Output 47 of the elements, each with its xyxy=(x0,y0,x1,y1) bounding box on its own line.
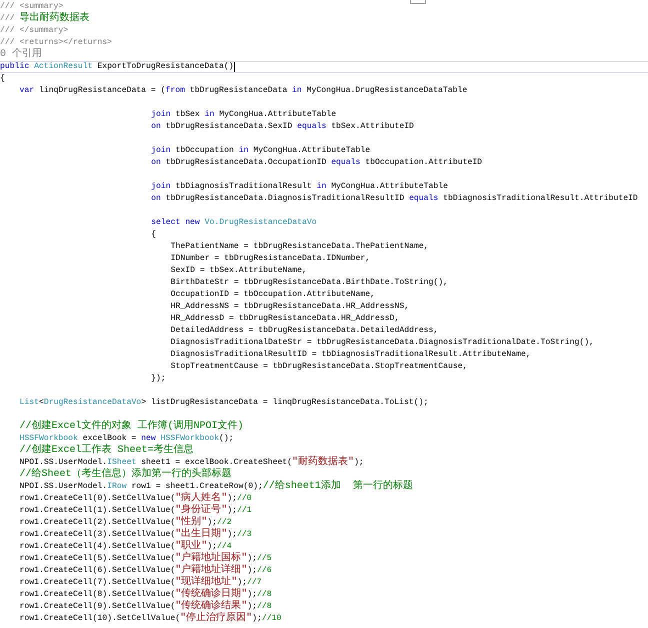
code-line: //创建Excel工作表 Sheet=考生信息 xyxy=(20,446,194,456)
code-line: { xyxy=(151,230,156,240)
code-line: DetailedAddress = tbDrugResistanceData.DetailedAddress, xyxy=(170,326,438,336)
code-line: row1.CreateCell(6).SetCellValue("户籍地址详细");//6 xyxy=(20,566,272,576)
code-line: /// 导出耐药数据表 xyxy=(0,14,90,24)
code-line: OccupationID = tbOccupation.AttributeName, xyxy=(170,290,376,300)
code-line: NPOI.SS.UserModel.IRow row1 = sheet1.CreateRow(0);//给sheet1添加 第一行的标题 xyxy=(20,482,413,492)
code-line: row1.CreateCell(8).SetCellValue("传统确诊日期");//8 xyxy=(20,590,272,600)
code-line: row1.CreateCell(5).SetCellValue("户籍地址国标");//5 xyxy=(20,554,272,564)
code-line: on tbDrugResistanceData.SexID equals tbSex.AttributeID xyxy=(151,122,414,132)
code-line: HR_AddressD = tbDrugResistanceData.HR_AddressD, xyxy=(170,314,400,324)
code-line: row1.CreateCell(2).SetCellValue("性别");//2 xyxy=(20,518,232,528)
code-line: row1.CreateCell(10).SetCellValue("停止治疗原因");//10 xyxy=(20,614,282,624)
code-line: SexID = tbSex.AttributeName, xyxy=(170,266,307,276)
code-line: on tbDrugResistanceData.DiagnosisTraditionalResultID equals tbDiagnosisTraditionalResult.AttributeID xyxy=(151,194,638,204)
code-line: BirthDateStr = tbDrugResistanceData.BirthDate.ToString(), xyxy=(170,278,448,288)
code-line: on tbDrugResistanceData.OccupationID equals tbOccupation.AttributeID xyxy=(151,158,482,168)
code-line: row1.CreateCell(0).SetCellValue("病人姓名");//0 xyxy=(20,494,252,504)
code-line: NPOI.SS.UserModel.ISheet sheet1 = excelBook.CreateSheet("耐药数据表"); xyxy=(20,458,364,468)
code-line: ThePatientName = tbDrugResistanceData.ThePatientName, xyxy=(170,242,429,252)
code-line: }); xyxy=(151,374,166,384)
code-line: join tbDiagnosisTraditionalResult in MyCongHua.AttributeTable xyxy=(151,182,448,192)
code-line: DiagnosisTraditionalResultID = tbDiagnosisTraditionalResult.AttributeName, xyxy=(170,350,531,360)
code-line: select new Vo.DrugResistanceDataVo xyxy=(151,218,317,228)
code-line: public ActionResult ExportToDrugResistanceData() xyxy=(0,62,234,72)
code-line: //给Sheet（考生信息）添加第一行的头部标题 xyxy=(20,470,232,480)
code-line: IDNumber = tbDrugResistanceData.IDNumber, xyxy=(170,254,370,264)
code-line: join tbSex in MyCongHua.AttributeTable xyxy=(151,110,336,120)
code-line: row1.CreateCell(3).SetCellValue("出生日期");//3 xyxy=(20,530,252,540)
code-line: StopTreatmentCause = tbDrugResistanceData.StopTreatmentCause, xyxy=(170,362,468,372)
code-line: HSSFWorkbook excelBook = new HSSFWorkbook(); xyxy=(20,434,234,444)
code-line: HR_AddressNS = tbDrugResistanceData.HR_AddressNS, xyxy=(170,302,410,312)
code-line: /// <summary> xyxy=(0,2,64,12)
code-line: //创建Excel文件的对象 工作簿(调用NPOI文件) xyxy=(20,422,244,432)
code-line: /// </summary> xyxy=(0,26,68,36)
code-line: var linqDrugResistanceData = (from tbDrugResistanceData in MyCongHua.DrugResistanceDataTable xyxy=(20,86,468,96)
code-line: join tbOccupation in MyCongHua.AttributeTable xyxy=(151,146,370,156)
code-line: DiagnosisTraditionalDateStr = tbDrugResistanceData.DiagnosisTraditionalDate.ToString(), xyxy=(170,338,594,348)
code-line: row1.CreateCell(4).SetCellValue("职业");//4 xyxy=(20,542,232,552)
code-line: List<DrugResistanceDataVo> listDrugResistanceData = linqDrugResistanceData.ToList(); xyxy=(20,398,428,408)
code-line: row1.CreateCell(7).SetCellValue("现详细地址");//7 xyxy=(20,578,262,588)
code-line: 0 个引用 xyxy=(0,50,42,60)
text-cursor xyxy=(234,62,235,72)
code-line: { xyxy=(0,74,5,84)
code-line: row1.CreateCell(1).SetCellValue("身份证号");//1 xyxy=(20,506,252,516)
code-line: row1.CreateCell(9).SetCellValue("传统确诊结果");//8 xyxy=(20,602,272,612)
code-line: /// <returns></returns> xyxy=(0,38,112,48)
